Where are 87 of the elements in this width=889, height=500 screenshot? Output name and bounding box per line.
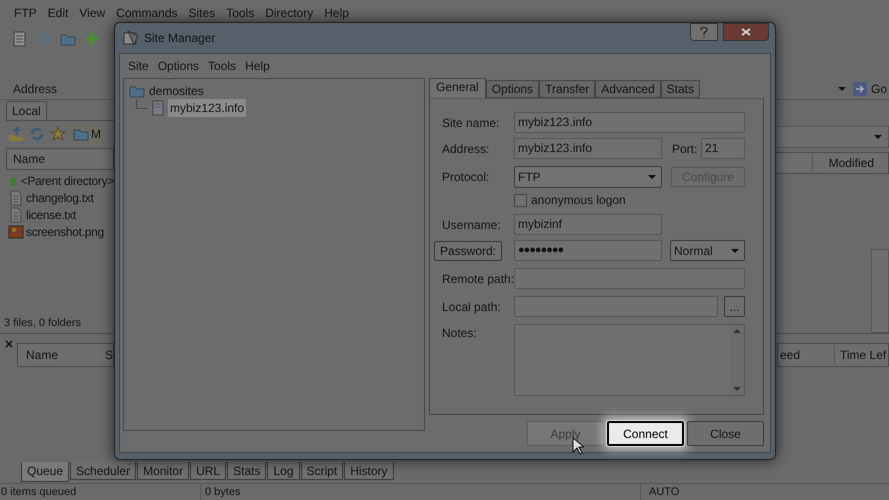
checkbox[interactable] <box>514 194 527 206</box>
menu-item[interactable]: FTP <box>13 4 38 22</box>
password-button[interactable]: Password: <box>434 240 502 260</box>
file-row[interactable]: license.txt <box>6 206 114 223</box>
path-dropdown[interactable] <box>775 126 889 148</box>
dialog-button[interactable]: Connect <box>607 421 684 446</box>
bottom-tab[interactable]: Log <box>267 462 300 480</box>
star-icon[interactable] <box>50 126 66 142</box>
refresh-icon[interactable] <box>29 126 45 142</box>
menu-item[interactable]: Help <box>245 57 270 75</box>
window-title: Site Manager <box>144 30 216 47</box>
server-icon <box>150 100 166 116</box>
port-field[interactable]: 21 <box>701 138 745 159</box>
settings-tab[interactable]: Transfer <box>539 80 596 98</box>
dialog-button: Apply <box>527 421 604 446</box>
close-button[interactable] <box>723 23 769 41</box>
menu-item[interactable]: Directory <box>264 4 314 22</box>
checkbox-label: anonymous logon <box>531 192 626 209</box>
field-label: Remote path: <box>442 270 514 288</box>
close-icon <box>5 340 13 348</box>
document-icon <box>8 206 24 222</box>
close-icon <box>741 28 751 36</box>
field-label: Address: <box>442 140 490 158</box>
address-field[interactable]: mybiz123.info <box>514 138 662 159</box>
plus-icon[interactable] <box>84 31 100 47</box>
bottom-tab[interactable]: History <box>344 462 394 480</box>
column-header[interactable]: eed <box>778 346 834 364</box>
window-icon <box>123 30 139 46</box>
menu-item[interactable]: Site <box>128 57 149 75</box>
username-field[interactable]: mybizinf <box>514 214 662 235</box>
folder-up-icon[interactable] <box>8 126 24 142</box>
field-label: Notes: <box>442 325 478 342</box>
bottom-tab[interactable]: URL <box>190 462 226 480</box>
dialog-button[interactable]: Close <box>687 421 764 446</box>
site-name-field[interactable]: mybiz123.info <box>514 112 745 133</box>
help-button[interactable] <box>690 23 718 41</box>
bottom-tab[interactable]: Script <box>300 462 344 480</box>
remote-path-field[interactable] <box>514 268 745 289</box>
image-file-icon <box>8 224 24 240</box>
password-field[interactable]: ●●●●●●●● <box>514 240 662 261</box>
field-label: Port: <box>672 140 698 158</box>
field-label: Protocol: <box>442 169 490 186</box>
document-icon <box>8 190 24 206</box>
settings-tab[interactable]: Advanced <box>595 80 661 98</box>
status-text: AUTO <box>640 484 690 500</box>
settings-tab[interactable]: Stats <box>660 80 700 98</box>
browse-button[interactable]: ... <box>724 296 745 317</box>
status-text: 0 items queued <box>0 484 78 500</box>
field-label: Site name: <box>442 114 500 132</box>
bottom-tab[interactable]: Scheduler <box>70 462 136 480</box>
notes-field[interactable] <box>514 324 745 396</box>
column-header[interactable]: Name <box>26 346 58 364</box>
menu-item[interactable]: Options <box>158 57 200 75</box>
file-row[interactable]: <Parent directory> <box>6 172 114 189</box>
help-icon <box>700 26 708 38</box>
bottom-tab[interactable]: Monitor <box>137 462 190 480</box>
status-text: 3 files, 0 folders <box>4 316 82 331</box>
menu-item[interactable]: View <box>78 4 106 22</box>
menu-item[interactable]: Sites <box>188 4 216 22</box>
menu-item[interactable]: Tools <box>208 57 236 75</box>
path-field[interactable]: M <box>71 124 101 142</box>
menu-item[interactable]: Commands <box>115 4 179 22</box>
go-button[interactable]: Go <box>852 80 887 98</box>
menu-item[interactable]: Edit <box>46 4 70 22</box>
field-label: Local path: <box>442 298 502 316</box>
local-path-field[interactable] <box>514 296 718 317</box>
bottom-tab[interactable]: Stats <box>227 462 266 480</box>
column-header[interactable]: S <box>104 346 113 364</box>
settings-tab[interactable]: General <box>429 78 486 98</box>
settings-tab[interactable]: Options <box>486 80 540 98</box>
menu-item[interactable]: Help <box>323 4 350 22</box>
tree-item[interactable]: mybiz123.info <box>168 98 246 116</box>
protocol-dropdown[interactable]: FTP <box>514 166 662 188</box>
scrollbar[interactable] <box>871 249 889 333</box>
local-tab[interactable]: Local <box>6 101 47 120</box>
page-icon[interactable] <box>12 31 28 47</box>
menu-item[interactable]: Tools <box>225 4 256 22</box>
column-header[interactable]: Time Lef <box>834 346 886 364</box>
logon-type-dropdown[interactable]: Normal <box>670 240 745 261</box>
site-tree[interactable]: demosites mybiz123.info <box>123 78 425 431</box>
status-text: 0 bytes <box>200 484 640 500</box>
address-menu[interactable]: Address <box>13 80 58 98</box>
file-row[interactable]: changelog.txt <box>6 189 114 206</box>
tree-connector <box>136 100 148 109</box>
bottom-tab[interactable]: Queue <box>21 462 70 482</box>
file-row[interactable]: screenshot.png <box>6 223 114 240</box>
field-label: Username: <box>442 216 502 234</box>
